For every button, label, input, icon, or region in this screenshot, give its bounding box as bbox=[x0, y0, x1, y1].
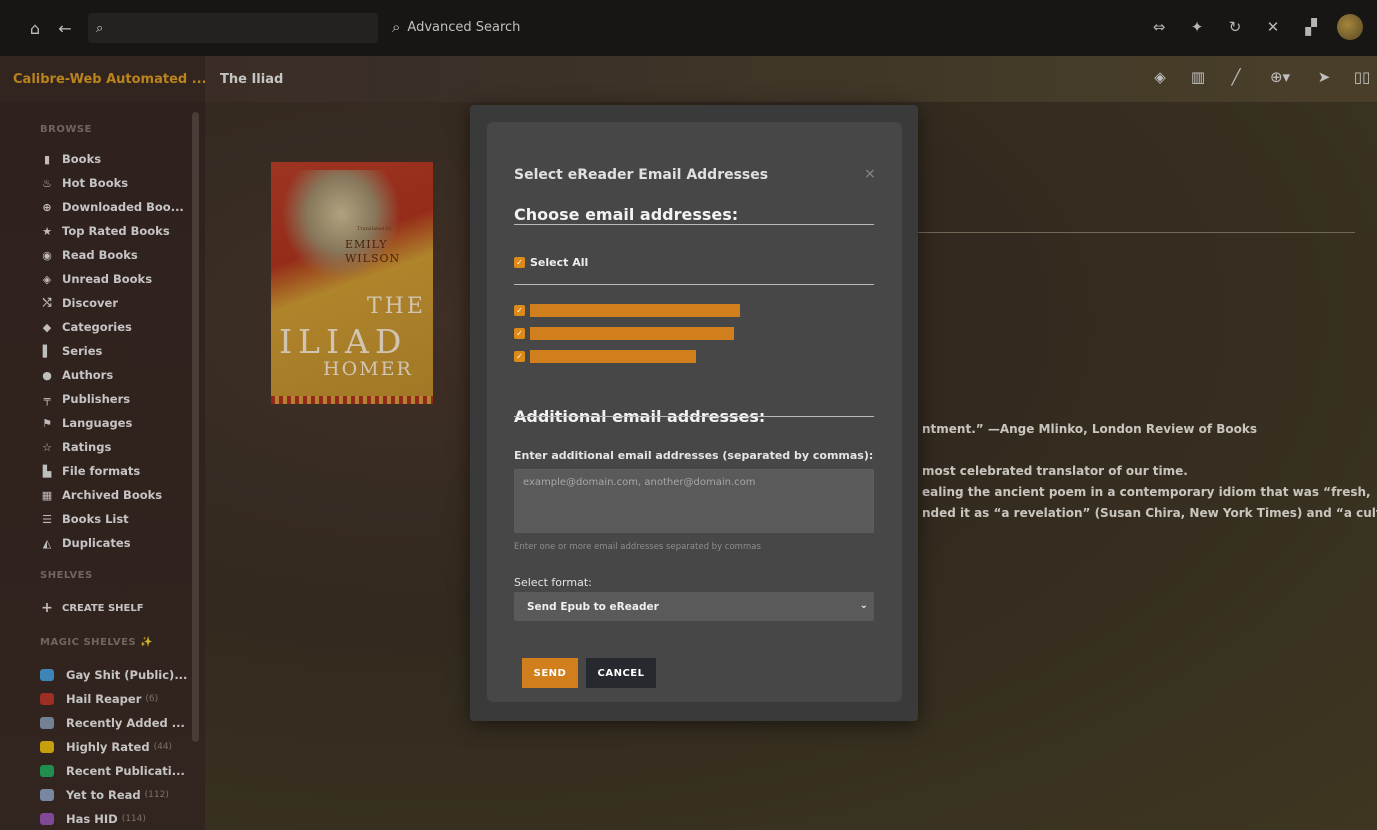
modal-content: Select eReader Email Addresses × Choose … bbox=[487, 122, 902, 702]
checkbox-checked-icon[interactable]: ✓ bbox=[514, 305, 525, 316]
modal-title: Select eReader Email Addresses bbox=[514, 167, 769, 183]
modal-dialog: Select eReader Email Addresses × Choose … bbox=[470, 105, 918, 721]
additional-email-field[interactable] bbox=[514, 469, 874, 533]
select-all-label: Select All bbox=[530, 256, 589, 269]
checkbox-checked-icon[interactable]: ✓ bbox=[514, 351, 525, 362]
checkbox-checked-icon[interactable]: ✓ bbox=[514, 328, 525, 339]
close-icon[interactable]: × bbox=[864, 166, 876, 182]
format-label: Select format: bbox=[514, 576, 592, 589]
format-select-value: Send Epub to eReader bbox=[527, 600, 659, 613]
email-checkbox-row[interactable]: ✓ bbox=[514, 327, 734, 340]
help-text: Enter one or more email addresses separa… bbox=[514, 542, 761, 552]
send-button[interactable]: SEND bbox=[522, 658, 578, 688]
checkbox-checked-icon: ✓ bbox=[514, 257, 525, 268]
format-select[interactable]: Send Epub to eReader ⌄ bbox=[514, 592, 874, 621]
email-checkbox-row[interactable]: ✓ bbox=[514, 304, 740, 317]
choose-email-heading: Choose email addresses: bbox=[514, 205, 739, 224]
redacted-email bbox=[530, 304, 740, 317]
redacted-email bbox=[530, 350, 696, 363]
redacted-email bbox=[530, 327, 734, 340]
additional-email-label: Enter additional email addresses (separa… bbox=[514, 449, 874, 462]
divider bbox=[514, 284, 874, 285]
divider bbox=[514, 416, 874, 417]
chevron-down-icon: ⌄ bbox=[859, 600, 868, 611]
cancel-button[interactable]: CANCEL bbox=[586, 658, 656, 688]
divider bbox=[514, 224, 874, 225]
email-checkbox-row[interactable]: ✓ bbox=[514, 350, 696, 363]
select-all-checkbox[interactable]: ✓ Select All bbox=[514, 256, 588, 269]
